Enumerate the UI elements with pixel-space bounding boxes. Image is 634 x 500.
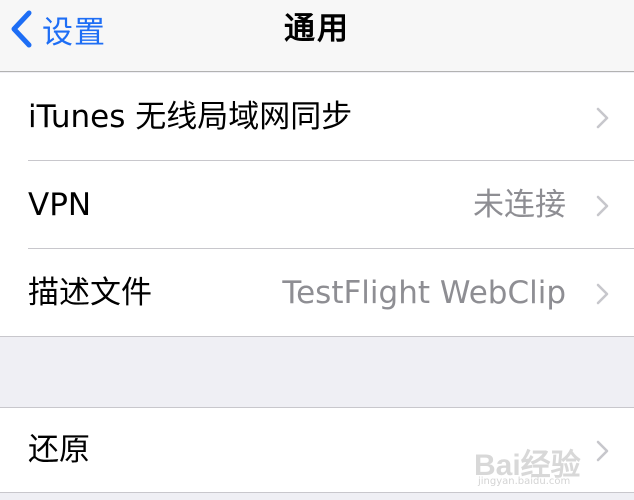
chevron-right-icon bbox=[596, 195, 610, 217]
profile-row[interactable]: 描述文件 TestFlight WebClip bbox=[0, 249, 634, 337]
row-label: VPN bbox=[28, 187, 92, 223]
row-label: 描述文件 bbox=[28, 275, 152, 311]
vpn-row[interactable]: VPN 未连接 bbox=[0, 161, 634, 249]
itunes-wifi-sync-row[interactable]: iTunes 无线局域网同步 bbox=[0, 73, 634, 161]
vpn-status-value: 未连接 bbox=[473, 187, 566, 223]
baidu-jingyan-watermark: Bai经验 jingyan.baidu.com bbox=[474, 424, 624, 488]
chevron-right-icon bbox=[596, 107, 610, 129]
chevron-right-icon bbox=[596, 283, 610, 305]
row-label: iTunes 无线局域网同步 bbox=[28, 99, 353, 135]
settings-group-sync: iTunes 无线局域网同步 VPN 未连接 描述文件 TestFlight W… bbox=[0, 73, 634, 337]
navigation-bar: 设置 通用 bbox=[0, 0, 634, 72]
watermark-url: jingyan.baidu.com bbox=[478, 476, 571, 487]
page-title: 通用 bbox=[284, 11, 350, 47]
row-label: 还原 bbox=[28, 432, 90, 468]
profile-value: TestFlight WebClip bbox=[282, 275, 566, 311]
